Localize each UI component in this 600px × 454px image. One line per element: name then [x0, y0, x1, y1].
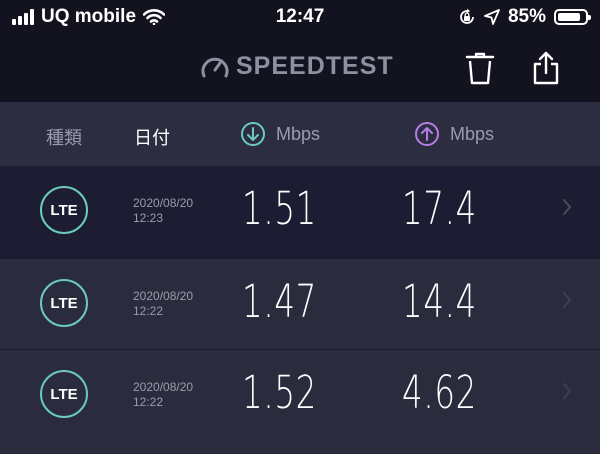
- trash-icon: [465, 52, 495, 85]
- status-bar: UQ mobile 12:47 85%: [0, 0, 600, 34]
- result-row[interactable]: LTE 2020/08/20 12:22 1.47 14.4: [0, 259, 600, 349]
- battery-percent: 85%: [507, 6, 546, 27]
- column-header: 種類 日付 Mbps Mbps: [0, 102, 600, 166]
- share-button[interactable]: [526, 48, 566, 88]
- orientation-lock-icon: [460, 8, 474, 24]
- column-date[interactable]: 日付: [134, 124, 170, 150]
- result-date: 2020/08/20: [133, 380, 194, 394]
- upload-unit: Mbps: [450, 123, 495, 144]
- download-arrow-icon: [241, 122, 265, 146]
- logo-text: SPEEDTEST: [236, 52, 394, 80]
- status-right: 85%: [458, 6, 591, 28]
- upload-arrow-icon: [415, 122, 439, 146]
- result-time: 12:23: [133, 211, 164, 225]
- chevron-right-icon: [563, 292, 572, 308]
- upload-speed: 14.4: [402, 275, 478, 328]
- result-row[interactable]: LTE 2020/08/20 12:22 1.52 4.62: [0, 350, 600, 454]
- download-unit: Mbps: [276, 123, 321, 144]
- result-datetime: 2020/08/20 12:23: [133, 196, 193, 226]
- result-datetime: 2020/08/20 12:22: [133, 289, 193, 319]
- gauge-icon: [201, 57, 229, 77]
- download-speed: 1.47: [242, 275, 318, 328]
- result-date: 2020/08/20: [133, 289, 194, 303]
- result-time: 12:22: [133, 395, 164, 409]
- column-type[interactable]: 種類: [46, 124, 82, 150]
- result-time: 12:22: [133, 304, 164, 318]
- network-type-badge: LTE: [40, 370, 88, 418]
- network-type-badge: LTE: [40, 279, 88, 327]
- download-speed: 1.52: [242, 366, 318, 419]
- result-row[interactable]: LTE 2020/08/20 12:23 1.51 17.4: [0, 166, 600, 256]
- upload-speed: 4.62: [402, 366, 478, 419]
- result-date: 2020/08/20: [133, 196, 194, 210]
- location-arrow-icon: [484, 9, 500, 25]
- chevron-right-icon: [563, 199, 572, 215]
- battery-icon: [554, 9, 591, 25]
- share-icon: [533, 51, 559, 85]
- speedtest-logo: SPEEDTEST: [200, 52, 394, 81]
- app-header: SPEEDTEST: [0, 34, 600, 102]
- network-type-badge: LTE: [40, 186, 88, 234]
- chevron-right-icon: [563, 383, 572, 399]
- column-download[interactable]: Mbps: [240, 121, 320, 147]
- delete-button[interactable]: [460, 48, 500, 88]
- column-upload[interactable]: Mbps: [414, 121, 494, 147]
- download-speed: 1.51: [242, 182, 318, 235]
- upload-speed: 17.4: [402, 182, 478, 235]
- result-datetime: 2020/08/20 12:22: [133, 380, 193, 410]
